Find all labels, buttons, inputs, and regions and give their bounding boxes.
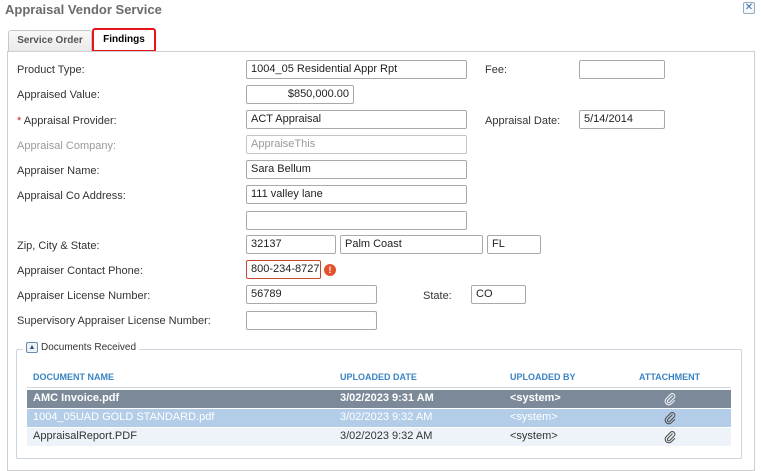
contact-phone-field[interactable]: 800-234-8727 bbox=[246, 260, 321, 279]
appraisal-provider-field[interactable]: ACT Appraisal bbox=[246, 110, 467, 129]
document-name: AppraisalReport.PDF bbox=[33, 430, 137, 442]
paperclip-icon[interactable] bbox=[663, 392, 677, 406]
header-divider bbox=[27, 387, 731, 388]
tab-service-order[interactable]: Service Order bbox=[8, 30, 92, 52]
tab-findings[interactable]: Findings bbox=[92, 28, 156, 52]
documents-received-section: ▲ Documents Received DOCUMENT NAME UPLOA… bbox=[16, 342, 742, 459]
fee-label: Fee: bbox=[485, 64, 508, 76]
table-row[interactable]: AppraisalReport.PDF 3/02/2023 9:32 AM <s… bbox=[27, 428, 731, 446]
supervisory-license-field[interactable] bbox=[246, 311, 377, 330]
column-header-uploaded-date[interactable]: UPLOADED DATE bbox=[340, 372, 417, 382]
appraisal-company-field: AppraiseThis bbox=[246, 135, 467, 154]
appraisal-date-field[interactable]: 5/14/2014 bbox=[579, 110, 665, 129]
appraiser-name-field[interactable]: Sara Bellum bbox=[246, 160, 467, 179]
column-header-document-name[interactable]: DOCUMENT NAME bbox=[33, 372, 114, 382]
appraiser-name-label: Appraiser Name: bbox=[17, 165, 100, 177]
state-field[interactable]: FL bbox=[487, 235, 541, 254]
appraisal-company-label: Appraisal Company: bbox=[17, 140, 117, 152]
collapse-icon[interactable]: ▲ bbox=[26, 342, 38, 353]
license-state-field[interactable]: CO bbox=[471, 285, 526, 304]
documents-legend-label: Documents Received bbox=[41, 342, 137, 353]
table-row[interactable]: 1004_05UAD GOLD STANDARD.pdf 3/02/2023 9… bbox=[27, 409, 731, 427]
uploaded-by: <system> bbox=[510, 430, 558, 442]
documents-table-header: DOCUMENT NAME UPLOADED DATE UPLOADED BY … bbox=[27, 372, 731, 388]
table-row[interactable]: AMC Invoice.pdf 3/02/2023 9:31 AM <syste… bbox=[27, 390, 731, 408]
document-name: 1004_05UAD GOLD STANDARD.pdf bbox=[33, 411, 215, 423]
paperclip-icon[interactable] bbox=[663, 430, 677, 444]
documents-legend: ▲ Documents Received bbox=[23, 342, 140, 353]
contact-phone-label: Appraiser Contact Phone: bbox=[17, 265, 143, 277]
city-field[interactable]: Palm Coast bbox=[340, 235, 483, 254]
product-type-field[interactable]: 1004_05 Residential Appr Rpt bbox=[246, 60, 467, 79]
window-title: Appraisal Vendor Service bbox=[5, 2, 162, 17]
error-icon: ! bbox=[324, 264, 336, 276]
required-marker: * bbox=[17, 115, 22, 127]
uploaded-date: 3/02/2023 9:32 AM bbox=[340, 430, 433, 442]
address-line1-field[interactable]: 111 valley lane bbox=[246, 185, 467, 204]
uploaded-date: 3/02/2023 9:32 AM bbox=[340, 411, 433, 423]
uploaded-date: 3/02/2023 9:31 AM bbox=[340, 392, 434, 404]
appraised-value-label: Appraised Value: bbox=[17, 89, 100, 101]
appraisal-provider-label: * Appraisal Provider: bbox=[17, 115, 117, 127]
product-type-label: Product Type: bbox=[17, 64, 85, 76]
appraised-value-field[interactable]: $850,000.00 bbox=[246, 85, 354, 104]
document-name: AMC Invoice.pdf bbox=[33, 392, 120, 404]
uploaded-by: <system> bbox=[510, 411, 558, 423]
address-label: Appraisal Co Address: bbox=[17, 190, 126, 202]
address-line2-field[interactable] bbox=[246, 211, 467, 230]
license-state-label: State: bbox=[423, 290, 452, 302]
appraisal-date-label: Appraisal Date: bbox=[485, 115, 561, 127]
column-header-uploaded-by[interactable]: UPLOADED BY bbox=[510, 372, 576, 382]
zip-field[interactable]: 32137 bbox=[246, 235, 336, 254]
paperclip-icon[interactable] bbox=[663, 411, 677, 425]
column-header-attachment[interactable]: ATTACHMENT bbox=[639, 372, 700, 382]
close-icon[interactable]: ✕ bbox=[743, 2, 755, 14]
license-number-label: Appraiser License Number: bbox=[17, 290, 151, 302]
license-number-field[interactable]: 56789 bbox=[246, 285, 377, 304]
fee-field[interactable] bbox=[579, 60, 665, 79]
appraisal-provider-label-text: Appraisal Provider: bbox=[23, 115, 117, 127]
zip-city-state-label: Zip, City & State: bbox=[17, 240, 100, 252]
supervisory-license-label: Supervisory Appraiser License Number: bbox=[17, 315, 211, 327]
uploaded-by: <system> bbox=[510, 392, 561, 404]
